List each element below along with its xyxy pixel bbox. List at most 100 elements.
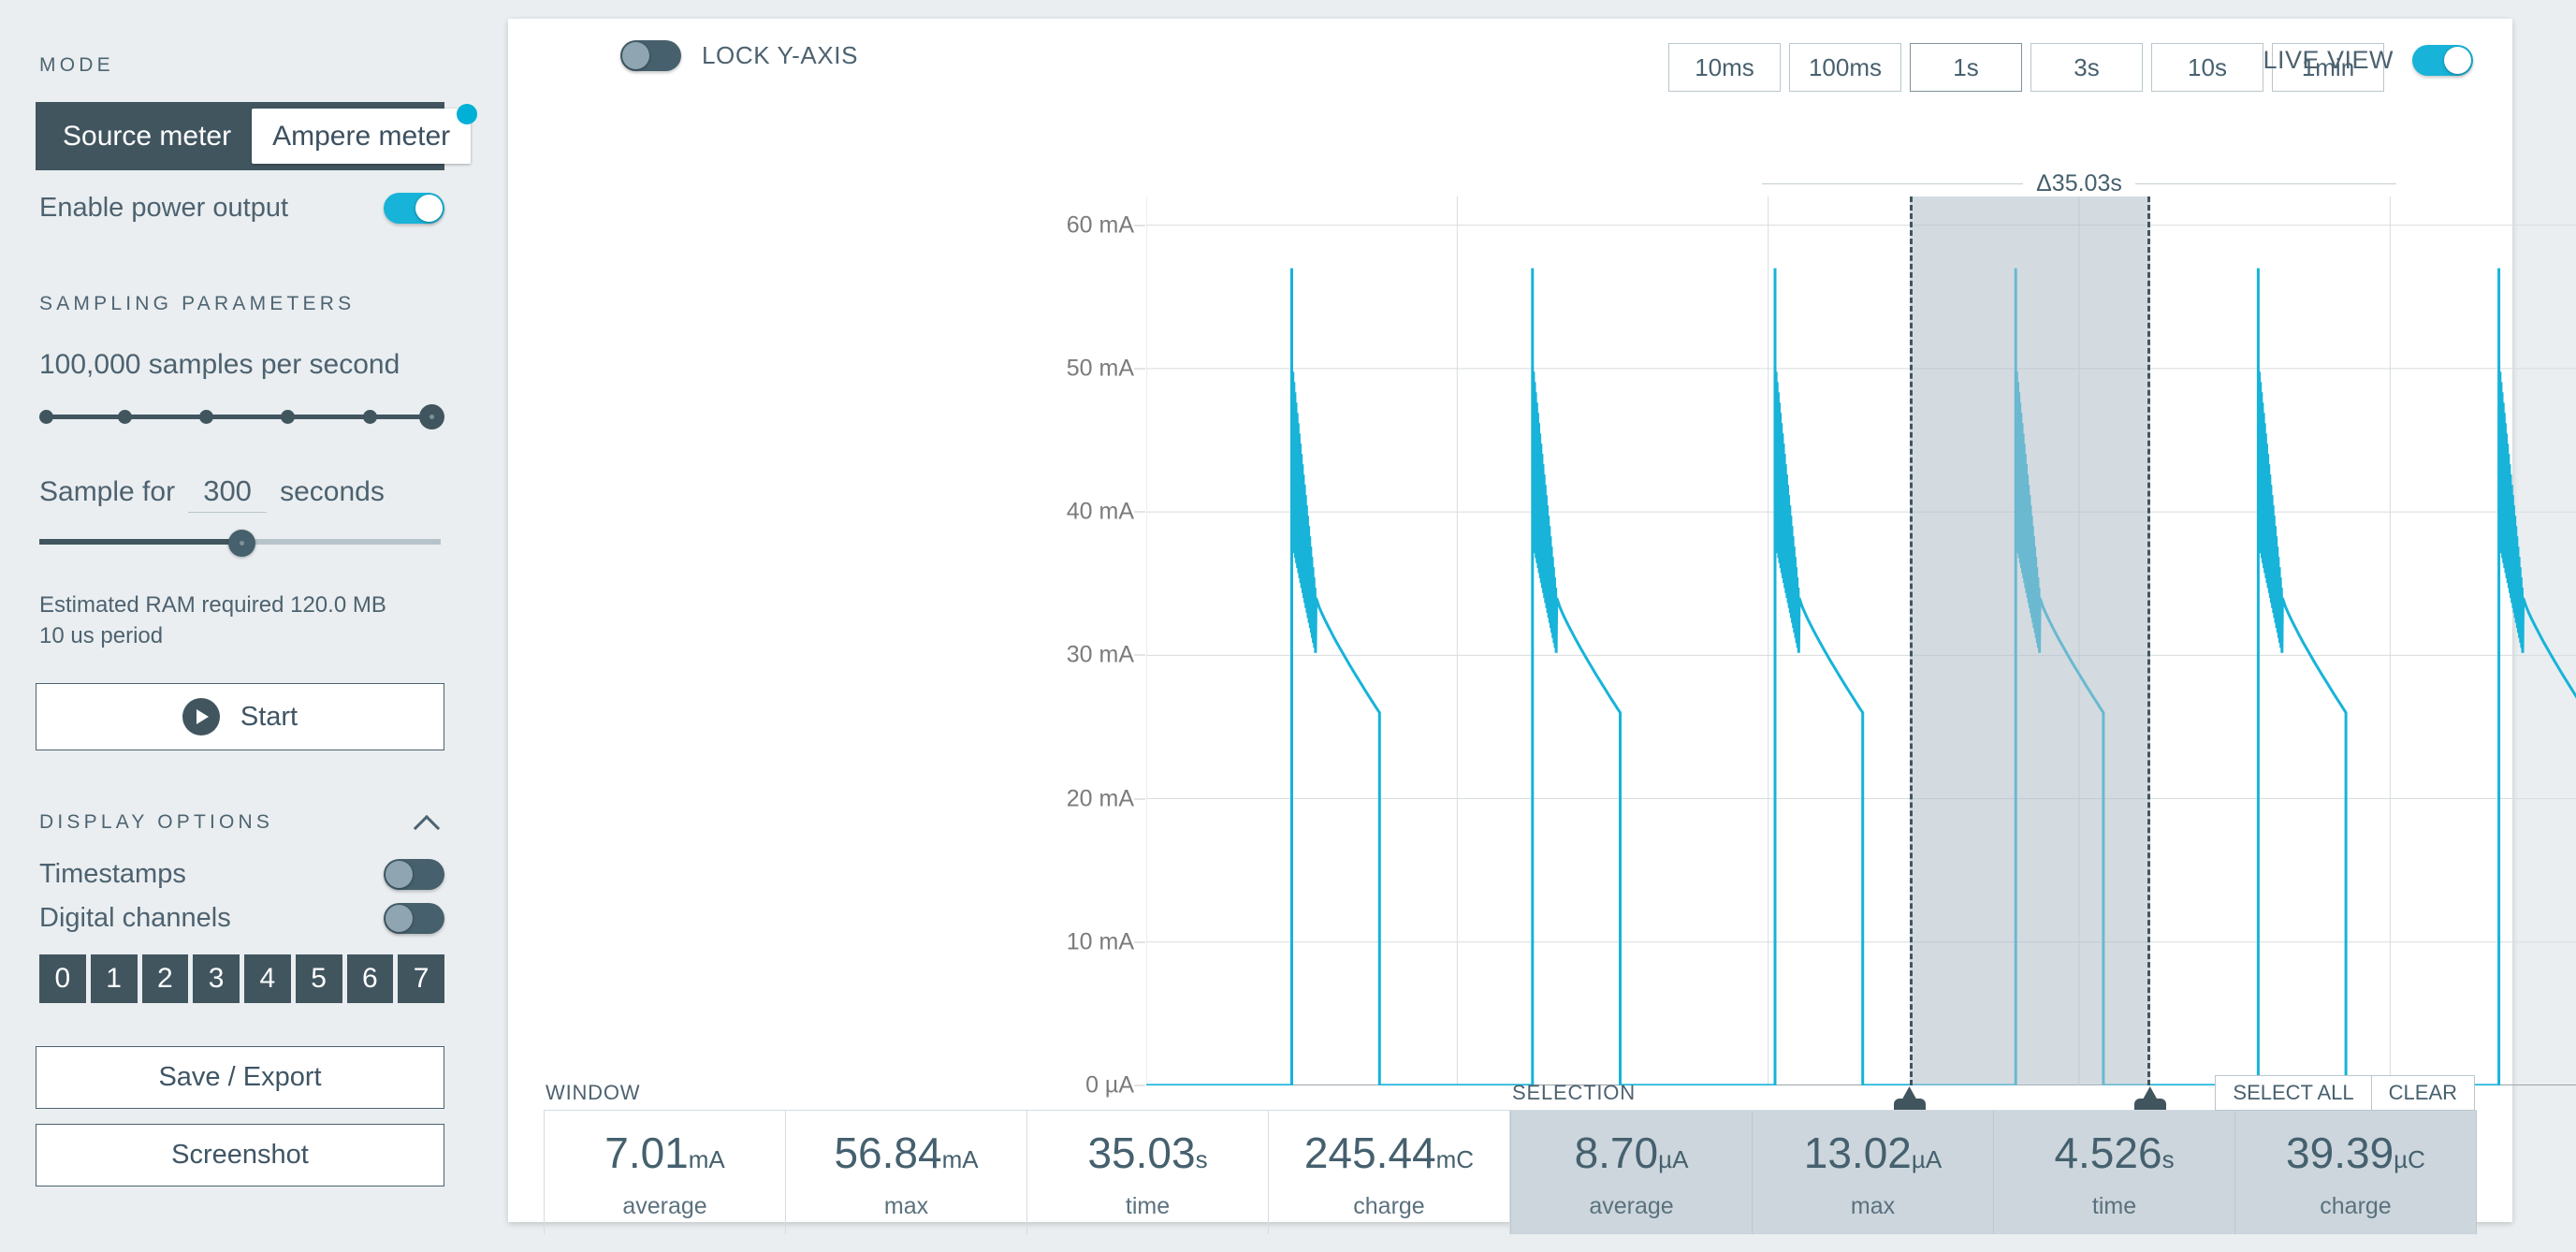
selection-max-label: max [1850, 1192, 1896, 1219]
window-average-value: 7.01 [604, 1128, 689, 1177]
sample-rate-thumb[interactable] [419, 404, 444, 429]
window-time-unit: s [1195, 1144, 1208, 1173]
digital-channels-toggle[interactable] [384, 903, 444, 935]
y-axis-tick [1134, 368, 1145, 370]
window-max-unit: mA [941, 1144, 979, 1173]
enable-power-output-toggle[interactable] [384, 193, 444, 224]
mode-heading: MODE [39, 54, 114, 76]
live-view-label: LIVE VIEW [2263, 46, 2394, 74]
sample-duration-thumb[interactable] [227, 530, 255, 557]
chart-panel: LOCK Y-AXIS 10ms 100ms 1s 3s 10s 1min LI… [508, 19, 2576, 1234]
selection-overlay[interactable] [1909, 197, 2150, 1085]
sample-for-unit: seconds [280, 476, 385, 507]
live-view-toggle[interactable] [2412, 45, 2473, 76]
selection-average-unit: µA [1658, 1144, 1689, 1173]
selection-average-value: 8.70 [1574, 1128, 1659, 1177]
digital-channel-6[interactable]: 6 [346, 954, 394, 1004]
digital-channel-buttons: 0 1 2 3 4 5 6 7 [36, 954, 444, 1004]
selection-stats-title: SELECTION [1512, 1081, 1636, 1104]
sample-for-row: Sample for seconds [36, 474, 444, 513]
selection-max-unit: µA [1911, 1144, 1943, 1173]
selection-stat-max: 13.02µA max [1753, 1111, 1994, 1234]
window-stats-group: WINDOW 7.01mA average 56.84mA max 35.03s… [544, 1076, 1510, 1234]
digital-channel-7[interactable]: 7 [398, 954, 444, 1004]
chart-container: Δ35.03s 60 mA 50 mA 40 mA 30 mA 20 mA 10 mA 0 … [508, 84, 2576, 1157]
main-area: LOCK Y-AXIS 10ms 100ms 1s 3s 10s 1min LI… [480, 0, 2576, 1252]
window-stat-max: 56.84mA max [786, 1111, 1027, 1234]
plot-region[interactable] [1145, 197, 2576, 1087]
screenshot-button[interactable]: Screenshot [36, 1124, 444, 1187]
app-root: MODE Source meter Ampere meter Enable po… [0, 0, 2576, 1252]
lock-y-axis-label: LOCK Y-AXIS [702, 40, 859, 69]
enable-power-output-label: Enable power output [39, 193, 289, 223]
current-waveform-chart[interactable] [1145, 197, 2576, 1087]
y-axis-tick-label: 20 mA [1066, 785, 1134, 812]
digital-channel-4[interactable]: 4 [244, 954, 291, 1004]
sample-for-input[interactable] [188, 474, 268, 513]
start-button[interactable]: Start [36, 683, 444, 751]
digital-channels-label: Digital channels [39, 903, 231, 934]
selection-charge-value: 39.39 [2286, 1128, 2394, 1177]
y-axis-tick-label: 50 mA [1066, 355, 1134, 382]
y-axis: 60 mA 50 mA 40 mA 30 mA 20 mA 10 mA 0 µA [1037, 197, 1145, 1099]
digital-channel-5[interactable]: 5 [295, 954, 342, 1004]
y-axis-tick [1134, 941, 1145, 943]
window-stats-cells: 7.01mA average 56.84mA max 35.03s time 2… [544, 1110, 1510, 1234]
selection-stat-time: 4.526s time [1994, 1111, 2235, 1234]
selection-average-label: average [1589, 1192, 1674, 1219]
display-options-label: DISPLAY OPTIONS [39, 811, 274, 834]
window-charge-unit: mC [1435, 1144, 1475, 1173]
selection-max-value: 13.02 [1803, 1128, 1912, 1177]
selection-time-unit: s [2161, 1144, 2175, 1173]
y-axis-tick-label: 10 mA [1066, 928, 1134, 955]
sample-rate-step-2[interactable] [199, 410, 213, 424]
selection-charge-label: charge [2320, 1192, 2392, 1219]
mode-option-ampere-meter-label: Ampere meter [272, 121, 451, 152]
sample-rate-step-0[interactable] [39, 410, 53, 424]
selection-stats-group: SELECTION SELECT ALL CLEAR 8.70µA averag… [1510, 1075, 2477, 1234]
chart-toolbar: LOCK Y-AXIS 10ms 100ms 1s 3s 10s 1min LI… [508, 19, 2512, 92]
selection-stat-average: 8.70µA average [1510, 1111, 1753, 1234]
y-axis-tick-label: 30 mA [1066, 641, 1134, 668]
window-stats-title: WINDOW [546, 1081, 641, 1104]
stats-bar: WINDOW 7.01mA average 56.84mA max 35.03s… [508, 1075, 2512, 1234]
digital-channel-1[interactable]: 1 [90, 954, 138, 1004]
mode-active-dot-icon [457, 104, 478, 124]
window-max-value: 56.84 [834, 1128, 942, 1177]
mode-option-source-meter[interactable]: Source meter [42, 109, 252, 164]
samples-per-second-label: 100,000 samples per second [39, 349, 400, 380]
window-time-value: 35.03 [1087, 1128, 1196, 1177]
sample-rate-step-4[interactable] [363, 410, 377, 424]
selection-stats-cells: 8.70µA average 13.02µA max 4.526s time 3… [1510, 1110, 2477, 1234]
sampling-parameters-heading: SAMPLING PARAMETERS [39, 293, 356, 314]
digital-channel-3[interactable]: 3 [193, 954, 240, 1004]
timestamps-toggle[interactable] [384, 859, 444, 891]
lock-y-axis-toggle[interactable] [620, 39, 681, 71]
digital-channel-0[interactable]: 0 [39, 954, 86, 1004]
timestamps-label: Timestamps [39, 859, 186, 890]
save-export-button[interactable]: Save / Export [36, 1046, 444, 1110]
clear-selection-button[interactable]: CLEAR [2370, 1075, 2475, 1111]
display-options-heading[interactable]: DISPLAY OPTIONS [36, 810, 444, 835]
y-axis-tick [1134, 511, 1145, 513]
play-icon [182, 698, 220, 736]
window-max-label: max [883, 1192, 929, 1219]
window-stat-average: 7.01mA average [544, 1111, 786, 1234]
mode-option-ampere-meter[interactable]: Ampere meter [252, 104, 478, 164]
mode-segmented-control[interactable]: Source meter Ampere meter [36, 102, 478, 170]
chevron-up-icon[interactable] [415, 810, 439, 835]
start-button-label: Start [240, 701, 298, 732]
sidebar: MODE Source meter Ampere meter Enable po… [0, 0, 480, 1252]
period-text: 10 us period [39, 623, 164, 649]
digital-channel-2[interactable]: 2 [141, 954, 189, 1004]
sample-rate-step-1[interactable] [118, 410, 132, 424]
sample-duration-fill [39, 539, 244, 545]
window-delta-annotation: Δ35.03s [1762, 170, 2396, 197]
sample-duration-slider[interactable] [36, 528, 444, 557]
selection-stats-header: SELECTION SELECT ALL CLEAR [1510, 1075, 2477, 1111]
sample-rate-step-3[interactable] [281, 410, 295, 424]
window-charge-label: charge [1353, 1192, 1425, 1219]
select-all-button[interactable]: SELECT ALL [2215, 1075, 2372, 1111]
sidebar-bottom-buttons: Save / Export Screenshot [36, 1046, 444, 1187]
sample-rate-slider[interactable] [36, 403, 444, 429]
